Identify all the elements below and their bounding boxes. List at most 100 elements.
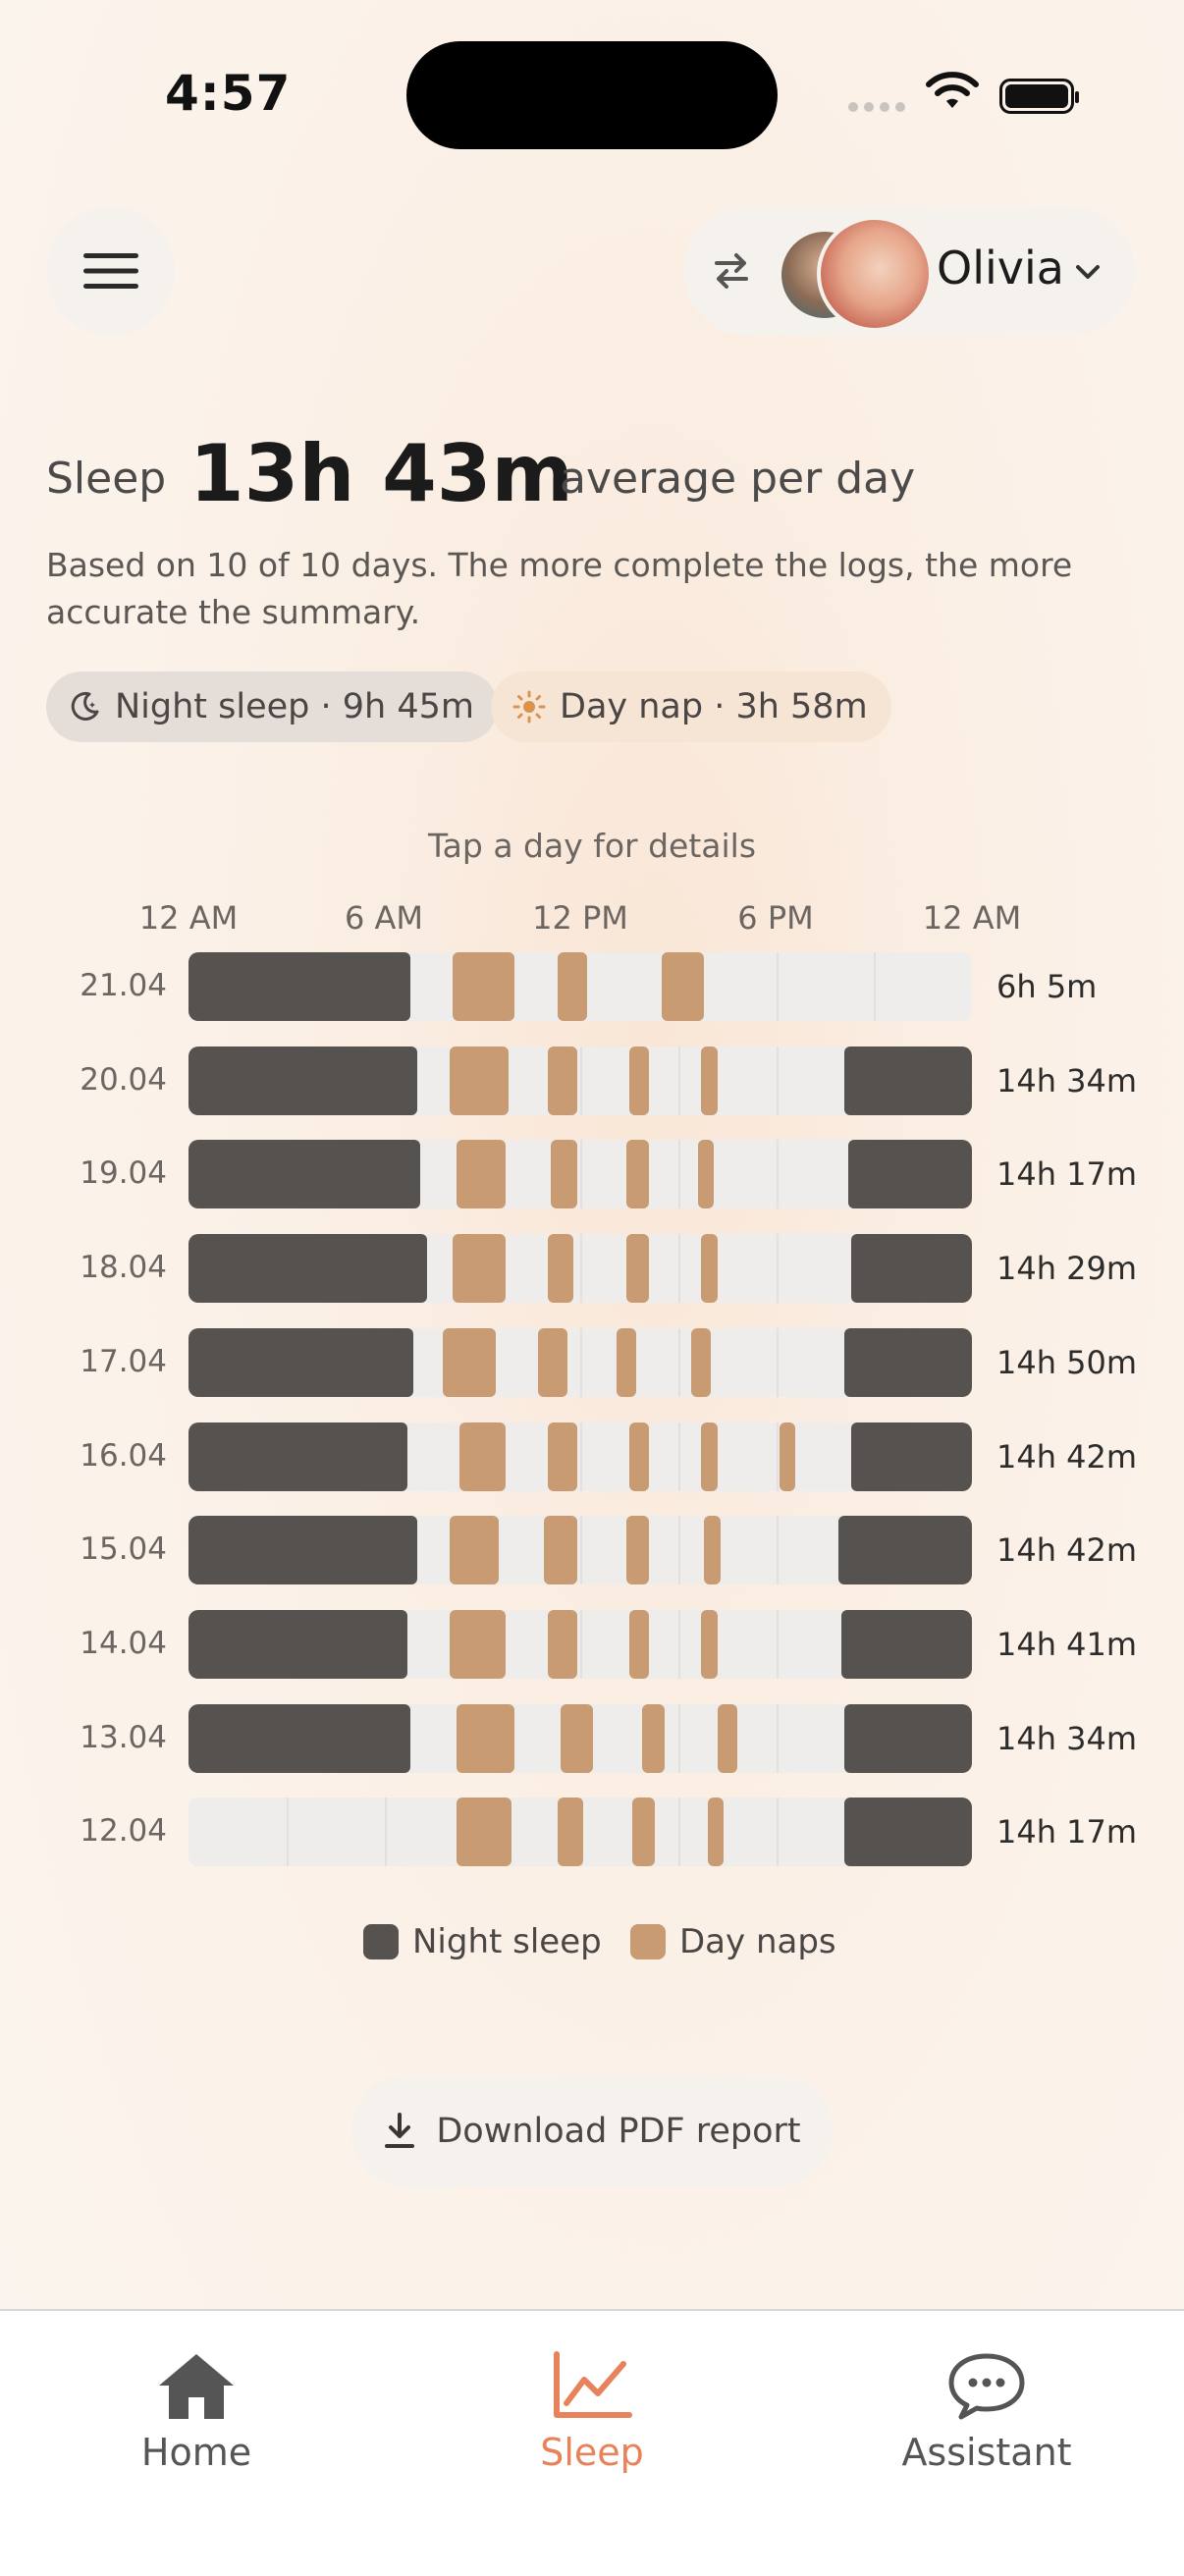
day-row[interactable]: [188, 1610, 972, 1679]
grid-line: [776, 1516, 779, 1584]
chart-hint: Tap a day for details: [427, 827, 757, 865]
day-row[interactable]: [188, 1422, 972, 1491]
row-date-label: 12.04: [80, 1813, 167, 1849]
wifi-icon: [926, 72, 979, 108]
night-sleep-bar: [188, 1610, 407, 1679]
row-total-label: 14h 17m: [996, 1155, 1138, 1193]
day-nap-bar: [456, 1798, 512, 1866]
day-nap-bar: [450, 1046, 509, 1115]
tab-assistant[interactable]: Assistant: [839, 2350, 1134, 2474]
row-total-label: 14h 42m: [996, 1438, 1138, 1476]
day-nap-bar: [561, 1704, 594, 1773]
day-nap-bar: [547, 1234, 574, 1303]
day-nap-bar: [779, 1422, 796, 1491]
day-row[interactable]: [188, 1046, 972, 1115]
battery-icon: [999, 79, 1079, 114]
day-row[interactable]: [188, 1328, 972, 1397]
day-nap-bar: [628, 1610, 649, 1679]
night-sleep-chip-label: Night sleep · 9h 45m: [115, 687, 474, 726]
row-date-label: 18.04: [80, 1250, 167, 1285]
day-row[interactable]: [188, 1140, 972, 1208]
chevron-down-icon: [1076, 265, 1100, 279]
metric-label: Sleep: [46, 454, 167, 504]
night-sleep-bar: [188, 1046, 417, 1115]
day-row[interactable]: [188, 1516, 972, 1584]
day-nap-bar: [701, 1234, 718, 1303]
night-sleep-bar: [188, 1328, 414, 1397]
row-total-label: 14h 41m: [996, 1626, 1138, 1663]
night-sleep-bar: [850, 1422, 972, 1491]
grid-line: [776, 1328, 779, 1397]
legend-nap-label: Day naps: [679, 1922, 836, 1961]
grid-line: [677, 1328, 680, 1397]
row-date-label: 17.04: [80, 1344, 167, 1379]
legend-night-label: Night sleep: [412, 1922, 602, 1961]
day-nap-chip-label: Day nap · 3h 58m: [560, 687, 868, 726]
grid-line: [286, 1798, 289, 1866]
signal-icon: [848, 102, 905, 112]
menu-button[interactable]: [46, 206, 176, 336]
legend-night: Night sleep: [363, 1922, 602, 1961]
grid-line: [776, 1422, 779, 1491]
grid-line: [677, 1046, 680, 1115]
download-pdf-label: Download PDF report: [436, 2112, 801, 2151]
row-date-label: 21.04: [80, 968, 167, 1003]
tab-sleep-label: Sleep: [540, 2431, 644, 2474]
row-date-label: 13.04: [80, 1720, 167, 1755]
day-nap-bar: [547, 1610, 577, 1679]
home-icon: [159, 2354, 234, 2419]
day-nap-bar: [697, 1140, 715, 1208]
tab-home-label: Home: [140, 2431, 252, 2474]
child-switcher[interactable]: Olivia: [683, 206, 1135, 336]
download-pdf-button[interactable]: Download PDF report: [351, 2075, 833, 2187]
tab-bar: Home Sleep Assistant: [0, 2309, 1184, 2576]
average-suffix: average per day: [560, 454, 916, 504]
day-nap-bar: [453, 952, 515, 1021]
day-nap-bar: [450, 1610, 506, 1679]
grid-line: [580, 1234, 582, 1303]
grid-line: [384, 1798, 387, 1866]
grid-line: [776, 1798, 779, 1866]
night-sleep-bar: [188, 1422, 407, 1491]
hamburger-icon: [83, 253, 138, 289]
day-nap-bar: [557, 952, 587, 1021]
legend-nap: Day naps: [630, 1922, 836, 1961]
legend-night-swatch: [363, 1924, 399, 1959]
grid-line: [776, 1140, 779, 1208]
day-nap-bar: [537, 1328, 567, 1397]
day-nap-bar: [701, 1046, 718, 1115]
night-sleep-bar: [188, 952, 411, 1021]
grid-line: [776, 1234, 779, 1303]
day-nap-bar: [642, 1704, 666, 1773]
tab-sleep[interactable]: Sleep: [445, 2350, 739, 2474]
day-nap-bar: [625, 1516, 649, 1584]
day-row[interactable]: [188, 952, 972, 1021]
summary-subtitle: Based on 10 of 10 days. The more complet…: [46, 546, 1073, 631]
day-row[interactable]: [188, 1234, 972, 1303]
day-nap-bar: [547, 1046, 577, 1115]
grid-line: [677, 1516, 680, 1584]
night-sleep-bar: [844, 1704, 972, 1773]
night-sleep-bar: [844, 1046, 972, 1115]
x-tick-label: 6 AM: [344, 899, 424, 937]
night-sleep-bar: [844, 1798, 972, 1866]
dynamic-island: [406, 41, 778, 149]
grid-line: [677, 1422, 680, 1491]
night-sleep-bar: [188, 1704, 411, 1773]
day-nap-bar: [628, 1422, 649, 1491]
average-value: 13h 43m: [189, 428, 573, 519]
grid-line: [580, 1516, 582, 1584]
day-nap-bar: [458, 1422, 506, 1491]
row-total-label: 14h 34m: [996, 1720, 1138, 1757]
grid-line: [580, 1140, 582, 1208]
grid-line: [580, 1046, 582, 1115]
x-tick-label: 6 PM: [737, 899, 814, 937]
x-tick-label: 12 AM: [138, 899, 239, 937]
grid-line: [776, 1046, 779, 1115]
grid-line: [580, 1422, 582, 1491]
tab-home[interactable]: Home: [49, 2350, 344, 2474]
day-row[interactable]: [188, 1704, 972, 1773]
night-sleep-bar: [188, 1234, 427, 1303]
day-nap-bar: [704, 1516, 721, 1584]
day-row[interactable]: [188, 1798, 972, 1866]
